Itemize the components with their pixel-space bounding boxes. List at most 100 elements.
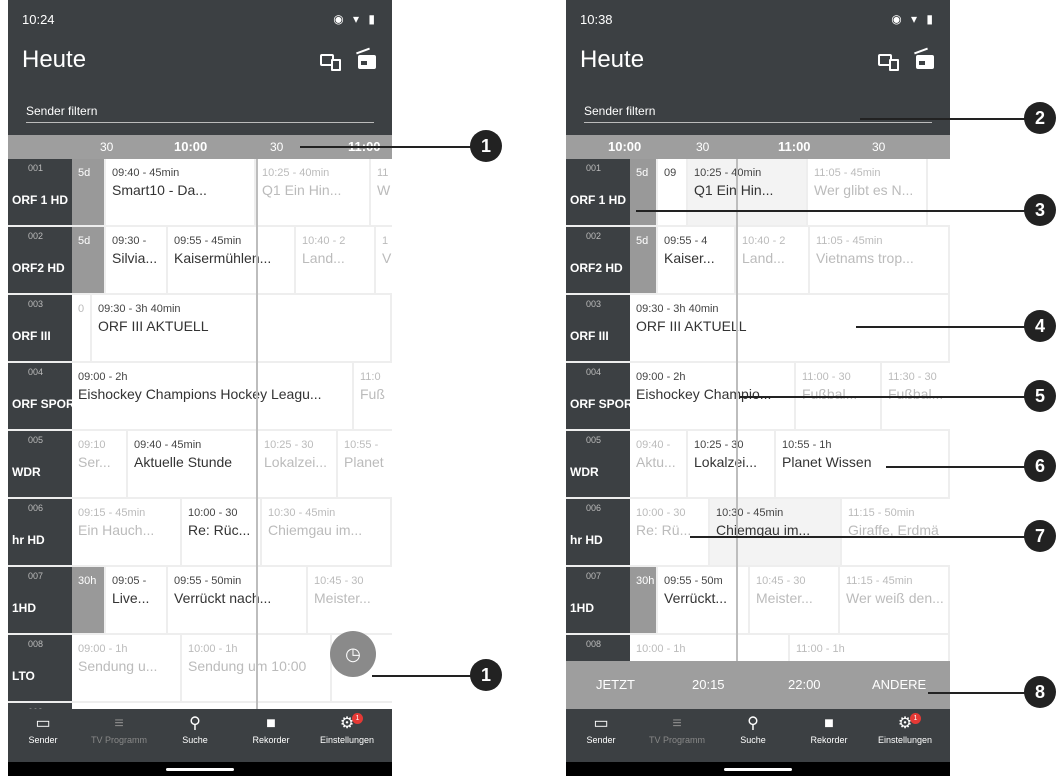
nav-item-rekorder[interactable]: ■ Rekorder	[236, 713, 306, 745]
program-cell[interactable]: 09	[658, 159, 688, 225]
program-cell[interactable]: 10:00 - 30 Re: Rü...	[630, 499, 710, 565]
program-cell[interactable]: 5d	[72, 227, 106, 293]
program-cell[interactable]: 30h	[72, 567, 106, 633]
program-cell[interactable]: 10:30 - 45min Chiemgau im...	[710, 499, 842, 565]
program-title: Lokalzei...	[694, 454, 758, 470]
program-cell[interactable]: 30h	[630, 567, 658, 633]
nav-item-rekorder[interactable]: ■ Rekorder	[794, 713, 864, 745]
program-cell[interactable]: 09:55 - 50min Verrückt nach...	[168, 567, 308, 633]
program-cell[interactable]: 10:45 - 30 Meister...	[308, 567, 392, 633]
program-cell[interactable]: 09:15 - 45min Ein Hauch...	[72, 499, 182, 565]
program-cell[interactable]: 11:0 Fuß	[354, 363, 392, 429]
channel-logo[interactable]: 003 ORF III	[566, 295, 630, 361]
program-cell[interactable]: 09:40 - Aktu...	[630, 431, 688, 497]
nav-item-tv-programm[interactable]: ≡ TV Programm	[84, 713, 154, 745]
program-cell[interactable]: 10:25 - 30 Lokalzei...	[258, 431, 338, 497]
channel-logo[interactable]: 002 ORF2 HD	[566, 227, 630, 293]
program-cell[interactable]: 1 Vi	[376, 227, 392, 293]
cast-tv-icon[interactable]	[320, 52, 341, 72]
list-icon: ≡	[114, 715, 124, 732]
nav-label: Einstellungen	[319, 735, 375, 745]
program-cell[interactable]: 09:00 - 1h Sendung u...	[72, 635, 182, 701]
quick-time-button[interactable]: 20:15	[692, 677, 725, 692]
jump-to-now-clock-icon[interactable]: ◷	[330, 631, 376, 677]
nav-item-sender[interactable]: ▭ Sender	[566, 713, 636, 745]
program-cell[interactable]: 10:55 - Planet	[338, 431, 392, 497]
program-time: 09:55 - 4	[664, 235, 708, 247]
nav-label: TV Programm	[90, 735, 147, 745]
program-cell[interactable]: 5d	[72, 159, 106, 225]
program-title: W	[377, 182, 391, 198]
channel-name: ORF III	[12, 329, 51, 343]
program-cell[interactable]: 11:15 - 45min Wer weiß den...	[840, 567, 950, 633]
channel-logo[interactable]: 004 ORF SPORT+	[566, 363, 647, 429]
channel-logo[interactable]: 007 1HD	[566, 567, 630, 633]
phone-right: 10:38 ◉ ▾ ▮ Heute Sender filtern 10:00 30 11:0…	[566, 0, 950, 776]
channel-name: 1HD	[570, 601, 595, 615]
program-cell[interactable]: 10:55 - 1h Planet Wissen	[776, 431, 950, 497]
program-cell[interactable]: 09:10 Ser...	[72, 431, 128, 497]
nav-item-suche[interactable]: ⚲ Suche	[160, 713, 230, 745]
nav-item-sender[interactable]: ▭ Sender	[8, 713, 78, 745]
radio-icon[interactable]	[916, 52, 936, 72]
program-cell[interactable]: 11:15 - 50min Giraffe, Erdmä	[842, 499, 950, 565]
program-time: 09:00 - 2h	[636, 371, 686, 383]
time-scale-bar[interactable]: 10:00 30 11:00 30	[566, 135, 950, 159]
program-cell[interactable]: 11:05 - 45min Vietnams trop...	[810, 227, 950, 293]
program-cell[interactable]: 10:25 - 40min Q1 Ein Hin...	[688, 159, 808, 225]
program-cell[interactable]: 10:00 - 30 Re: Rüc...	[182, 499, 262, 565]
program-cell[interactable]: 0	[72, 295, 92, 361]
program-time: 5d	[78, 235, 91, 247]
nav-item-einstellungen[interactable]: ⚙ Einstellungen 1	[312, 713, 382, 745]
program-time: 09:55 - 50min	[174, 575, 242, 587]
program-cell[interactable]: 11:05 - 45min Wer glibt es N...	[808, 159, 928, 225]
callout-line	[372, 675, 472, 677]
quick-time-button[interactable]: JETZT	[596, 677, 635, 692]
program-cell[interactable]: 5d	[630, 159, 658, 225]
channel-logo[interactable]: 001 ORF 1 HD	[8, 159, 72, 225]
channel-logo[interactable]: 005 WDR	[566, 431, 630, 497]
program-cell[interactable]: 09:55 - 4 Kaiser...	[658, 227, 736, 293]
channel-logo[interactable]: 006 hr HD	[566, 499, 630, 565]
program-cell[interactable]: 09:40 - 45min Smart10 - Da...	[106, 159, 256, 225]
channel-logo[interactable]: 001 ORF 1 HD	[566, 159, 630, 225]
channel-logo[interactable]: 004 ORF SPORT+	[8, 363, 89, 429]
channel-logo[interactable]: 006 hr HD	[8, 499, 72, 565]
program-cell[interactable]: 09:30 - Silvia...	[106, 227, 168, 293]
nav-label: Suche	[182, 735, 208, 745]
program-cell[interactable]: 10:25 - 40min Q1 Ein Hin...	[256, 159, 371, 225]
channel-number: 005	[28, 435, 44, 445]
cast-tv-icon[interactable]	[878, 52, 899, 72]
nav-item-tv-programm[interactable]: ≡ TV Programm	[642, 713, 712, 745]
epg-grid[interactable]: 001 ORF 1 HD 5d 09:40 - 45min Smart10 - Da..…	[8, 159, 392, 709]
program-cell[interactable]: 09:30 - 3h 40min ORF III AKTUELL	[630, 295, 950, 361]
program-cell[interactable]: 09:40 - 45min Aktuelle Stunde	[128, 431, 258, 497]
program-cell[interactable]: 10:40 - 2 Land...	[296, 227, 376, 293]
channel-filter-input[interactable]: Sender filtern	[584, 104, 932, 123]
program-cell[interactable]: 09:05 - Live...	[106, 567, 168, 633]
nav-item-suche[interactable]: ⚲ Suche	[718, 713, 788, 745]
radio-icon[interactable]	[358, 52, 378, 72]
channel-number: 008	[28, 639, 44, 649]
program-cell[interactable]: 5d	[630, 227, 658, 293]
epg-grid[interactable]: 001 ORF 1 HD 5d 09 10:25 - 40min Q1 Ein Hin..…	[566, 159, 950, 709]
channel-filter-input[interactable]: Sender filtern	[26, 104, 374, 123]
program-cell[interactable]: 10:25 - 30 Lokalzei...	[688, 431, 776, 497]
channel-logo[interactable]: 008 LTO	[8, 635, 72, 701]
channel-logo[interactable]: 005 WDR	[8, 431, 72, 497]
quick-time-button[interactable]: 22:00	[788, 677, 821, 692]
program-cell[interactable]: 09:55 - 45min Kaisermühlen...	[168, 227, 296, 293]
program-cell[interactable]: 10:45 - 30 Meister...	[750, 567, 840, 633]
quick-time-button[interactable]: ANDERE	[872, 677, 926, 692]
program-cell[interactable]: 11 W	[371, 159, 392, 225]
program-cell[interactable]: 10:30 - 45min Chiemgau im...	[262, 499, 392, 565]
channel-logo[interactable]: 002 ORF2 HD	[8, 227, 72, 293]
channel-row: 005 WDR 09:40 - Aktu... 10:25 - 30 Lokalzei..…	[566, 431, 950, 499]
channel-logo[interactable]: 003 ORF III	[8, 295, 72, 361]
nav-label: Sender	[586, 735, 616, 745]
program-cell[interactable]: 10:40 - 2 Land...	[736, 227, 810, 293]
program-cell[interactable]: 09:30 - 3h 40min ORF III AKTUELL	[92, 295, 392, 361]
program-cell[interactable]: 09:00 - 2h Eishockey Champions Hockey Lea…	[72, 363, 354, 429]
channel-logo[interactable]: 007 1HD	[8, 567, 72, 633]
nav-item-einstellungen[interactable]: ⚙ Einstellungen 1	[870, 713, 940, 745]
